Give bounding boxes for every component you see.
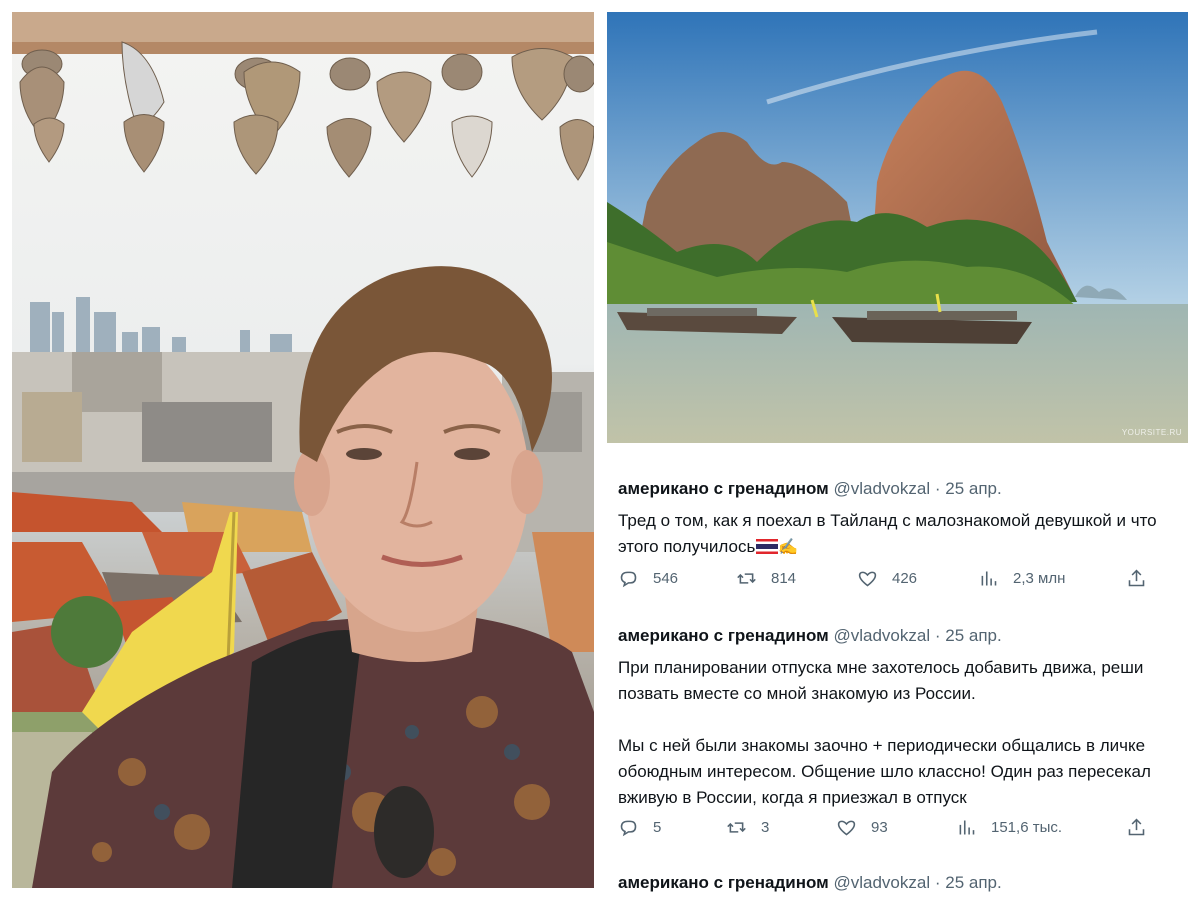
thai-flag-icon <box>756 539 779 554</box>
author-name[interactable]: американо с гренадином <box>618 479 829 498</box>
tweet-date[interactable]: 25 апр. <box>945 626 1001 645</box>
tweet-line-with-emoji: этого получилось ✍ <box>618 534 1200 561</box>
retweet-arrows-icon <box>737 573 756 584</box>
hanging-bells <box>19 41 594 181</box>
writing-hand-icon: ✍ <box>778 539 799 556</box>
author-name[interactable]: американо с гренадином <box>618 626 829 645</box>
tweet-line: При планировании отпуска мне захотелось … <box>618 658 1144 677</box>
speech-bubble-icon <box>620 571 637 588</box>
tweet-header: американо с гренадином @vladvokzal · 25 … <box>618 625 1200 647</box>
separator-dot: · <box>934 479 941 498</box>
reply-count: 5 <box>653 819 662 836</box>
tweet-line: вживую в России, когда я приезжал в отпу… <box>618 788 967 807</box>
bar-chart-icon <box>981 571 997 586</box>
watermark: YOURSITE.RU <box>1121 428 1182 437</box>
tweet-thread: американо с гренадином @vladvokzal · 25 … <box>600 460 1200 900</box>
tweet-date[interactable]: 25 апр. <box>945 873 1001 892</box>
share-upload-icon <box>1128 818 1145 836</box>
reply-count: 546 <box>653 570 679 587</box>
heart-icon <box>858 571 877 587</box>
author-name[interactable]: американо с гренадином <box>618 873 829 892</box>
author-handle[interactable]: @vladvokzal <box>833 479 930 498</box>
author-handle[interactable]: @vladvokzal <box>833 873 930 892</box>
views-count: 151,6 тыс. <box>991 819 1063 836</box>
like-button[interactable]: 426 <box>857 568 917 589</box>
views-count: 2,3 млн <box>1013 570 1066 587</box>
tweet-line: обоюдным интересом. Общение шло классно!… <box>618 762 1151 781</box>
share-upload-icon <box>1128 569 1145 587</box>
tweet-header: американо с гренадином @vladvokzal · 25 … <box>618 478 1200 500</box>
separator-dot: · <box>934 626 941 645</box>
tweet-1[interactable]: американо с гренадином @vladvokzal · 25 … <box>600 478 1200 561</box>
bar-chart-icon <box>959 820 975 835</box>
city-skyline <box>30 297 292 359</box>
tweet-2-actions: 5 3 93 151,6 тыс. <box>618 817 1178 839</box>
tweet-text: При планировании отпуска мне захотелось … <box>618 655 1200 811</box>
tweet-1-actions: 546 814 426 2,3 млн <box>618 568 1178 590</box>
reply-button[interactable]: 5 <box>618 817 661 838</box>
like-button[interactable]: 93 <box>836 817 888 838</box>
tweet-3[interactable]: американо с гренадином @vladvokzal · 25 … <box>600 872 1200 894</box>
like-count: 426 <box>892 570 918 587</box>
separator-dot: · <box>934 873 941 892</box>
tweet-header: американо с гренадином @vladvokzal · 25 … <box>618 872 1200 894</box>
views-button[interactable]: 151,6 тыс. <box>956 817 1062 838</box>
retweet-count: 814 <box>771 570 797 587</box>
tweet-text: Тред о том, как я поехал в Тайланд с мал… <box>618 508 1200 561</box>
right-eye <box>454 448 490 460</box>
landscape-illustration <box>607 12 1188 443</box>
selfie-photo <box>12 12 594 888</box>
tweet-line: Тред о том, как я поехал в Тайланд с мал… <box>618 511 1157 530</box>
sunglasses <box>374 786 434 878</box>
retweet-button[interactable]: 3 <box>726 817 769 838</box>
share-button[interactable] <box>1126 817 1147 838</box>
tweet-line: Мы с ней были знакомы заочно + периодиче… <box>618 736 1146 755</box>
views-button[interactable]: 2,3 млн <box>978 568 1065 589</box>
retweet-button[interactable]: 814 <box>736 568 796 589</box>
left-eye <box>346 448 382 460</box>
selfie-illustration <box>12 12 594 888</box>
tweet-2[interactable]: американо с гренадином @vladvokzal · 25 … <box>600 625 1200 811</box>
tweet-date[interactable]: 25 апр. <box>945 479 1001 498</box>
author-handle[interactable]: @vladvokzal <box>833 626 930 645</box>
like-count: 93 <box>871 819 888 836</box>
landscape-photo: YOURSITE.RU <box>607 12 1188 443</box>
heart-icon <box>837 820 856 836</box>
reply-button[interactable]: 546 <box>618 568 678 589</box>
retweet-count: 3 <box>761 819 770 836</box>
speech-bubble-icon <box>620 820 637 837</box>
share-button[interactable] <box>1126 568 1147 589</box>
retweet-arrows-icon <box>727 822 746 833</box>
tweet-line: позвать вместе со мной знакомую из Росси… <box>618 684 976 703</box>
